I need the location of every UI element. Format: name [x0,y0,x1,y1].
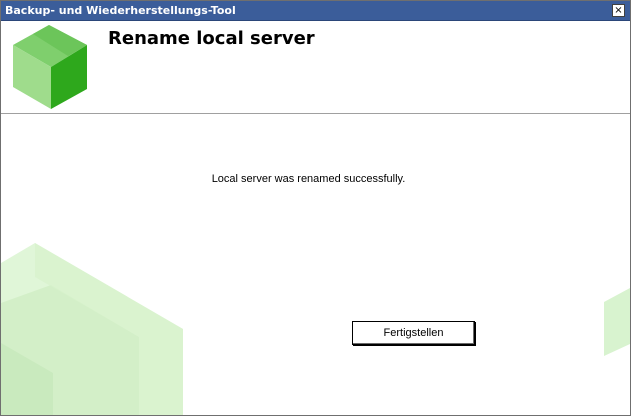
title-bar[interactable]: Backup- und Wiederherstellungs-Tool × [1,1,630,21]
close-button[interactable]: × [612,4,625,17]
content-area: Local server was renamed successfully. F… [1,114,630,415]
decorative-hexagon-left [1,243,183,415]
dialog-window: Backup- und Wiederherstellungs-Tool × Re… [0,0,631,416]
finish-button[interactable]: Fertigstellen [352,321,475,345]
green-cube-logo-icon [13,25,87,109]
status-message-text: Local server was renamed successfully. [211,173,406,185]
status-message: Local server was renamed successfully. [1,173,630,185]
close-icon: × [614,5,623,16]
page-title: Rename local server [108,28,315,49]
decorative-hexagon-right [604,288,630,356]
window-title: Backup- und Wiederherstellungs-Tool [5,4,236,17]
wizard-header: Rename local server [1,21,630,113]
